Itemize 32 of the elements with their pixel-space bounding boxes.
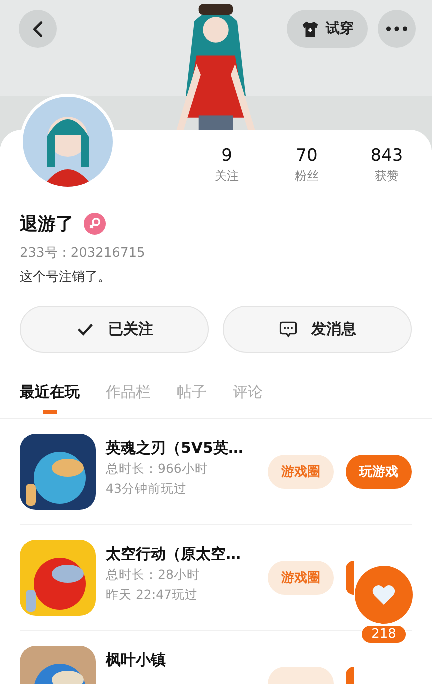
user-name: 退游了	[20, 213, 74, 236]
message-button[interactable]: 发消息	[223, 306, 412, 353]
stat-label: 获赞	[375, 168, 399, 185]
stat-label: 关注	[215, 168, 239, 185]
more-icon	[386, 26, 408, 32]
avatar[interactable]	[20, 94, 116, 190]
last-played: 昨天 22:47玩过	[106, 587, 199, 604]
play-duration: 总时长：966小时	[106, 461, 209, 478]
game-title: 枫叶小镇	[106, 651, 167, 670]
stat-value: 70	[296, 146, 318, 166]
stat-value: 843	[370, 146, 404, 166]
user-bio: 这个号注销了。	[20, 269, 112, 286]
game-title: 英魂之刃（5V5英…	[106, 439, 244, 458]
play-duration: 总时长：28小时	[106, 567, 201, 584]
play-button[interactable]	[346, 560, 354, 594]
stat-value: 9	[222, 146, 232, 166]
last-played: 43分钟前玩过	[106, 481, 188, 498]
game-title: 太空行动（原太空…	[106, 545, 242, 564]
play-button[interactable]: 玩游戏	[346, 454, 412, 488]
user-id: 233号：203216715	[20, 245, 146, 262]
follow-button[interactable]: 已关注	[20, 306, 209, 353]
tab[interactable]: 评论	[233, 367, 263, 418]
tab[interactable]: 帖子	[177, 367, 207, 418]
game-circle-button[interactable]: 游戏圈	[268, 454, 334, 488]
chat-icon	[278, 320, 298, 339]
game-circle-button[interactable]: 游戏圈	[268, 560, 334, 594]
shirt-icon	[301, 20, 320, 38]
heart-icon	[372, 584, 396, 606]
stat-label: 粉丝	[295, 168, 319, 185]
try-on-button[interactable]: 试穿	[287, 10, 368, 48]
like-count: 218	[360, 625, 408, 644]
tab[interactable]: 作品栏	[106, 367, 151, 418]
